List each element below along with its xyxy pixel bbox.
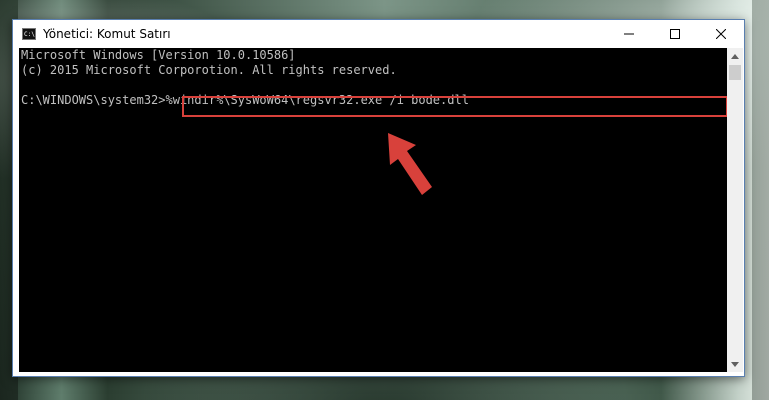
- command-prompt-window[interactable]: C:\ Yönetici: Komut Satırı Microsoft Win…: [12, 19, 745, 377]
- tree-trunk: [752, 0, 769, 400]
- cmd-icon: C:\: [22, 27, 36, 40]
- window-title: Yönetici: Komut Satırı: [43, 26, 171, 41]
- minimize-button[interactable]: [606, 20, 652, 47]
- window-controls: [606, 20, 744, 47]
- console-line: (c) 2015 Microsoft Corporotion. All righ…: [21, 63, 397, 77]
- scroll-down-button[interactable]: [727, 356, 743, 372]
- scroll-thumb[interactable]: [729, 65, 741, 80]
- minimize-icon: [624, 33, 634, 34]
- chevron-up-icon: [731, 53, 739, 59]
- console-line: Microsoft Windows [Version 10.0.10586]: [21, 48, 296, 62]
- maximize-button[interactable]: [652, 20, 698, 47]
- close-icon: [716, 28, 726, 39]
- title-bar[interactable]: C:\ Yönetici: Komut Satırı: [13, 20, 744, 47]
- chevron-down-icon: [731, 361, 739, 367]
- scroll-up-button[interactable]: [727, 48, 743, 64]
- arrow-pointer-icon: [388, 133, 432, 195]
- close-button[interactable]: [698, 20, 744, 47]
- maximize-icon: [670, 28, 680, 39]
- console-output[interactable]: Microsoft Windows [Version 10.0.10586] (…: [19, 48, 727, 372]
- vertical-scrollbar[interactable]: [727, 48, 743, 372]
- prompt: C:\WINDOWS\system32>: [21, 93, 166, 107]
- command-highlight-box: [182, 96, 727, 117]
